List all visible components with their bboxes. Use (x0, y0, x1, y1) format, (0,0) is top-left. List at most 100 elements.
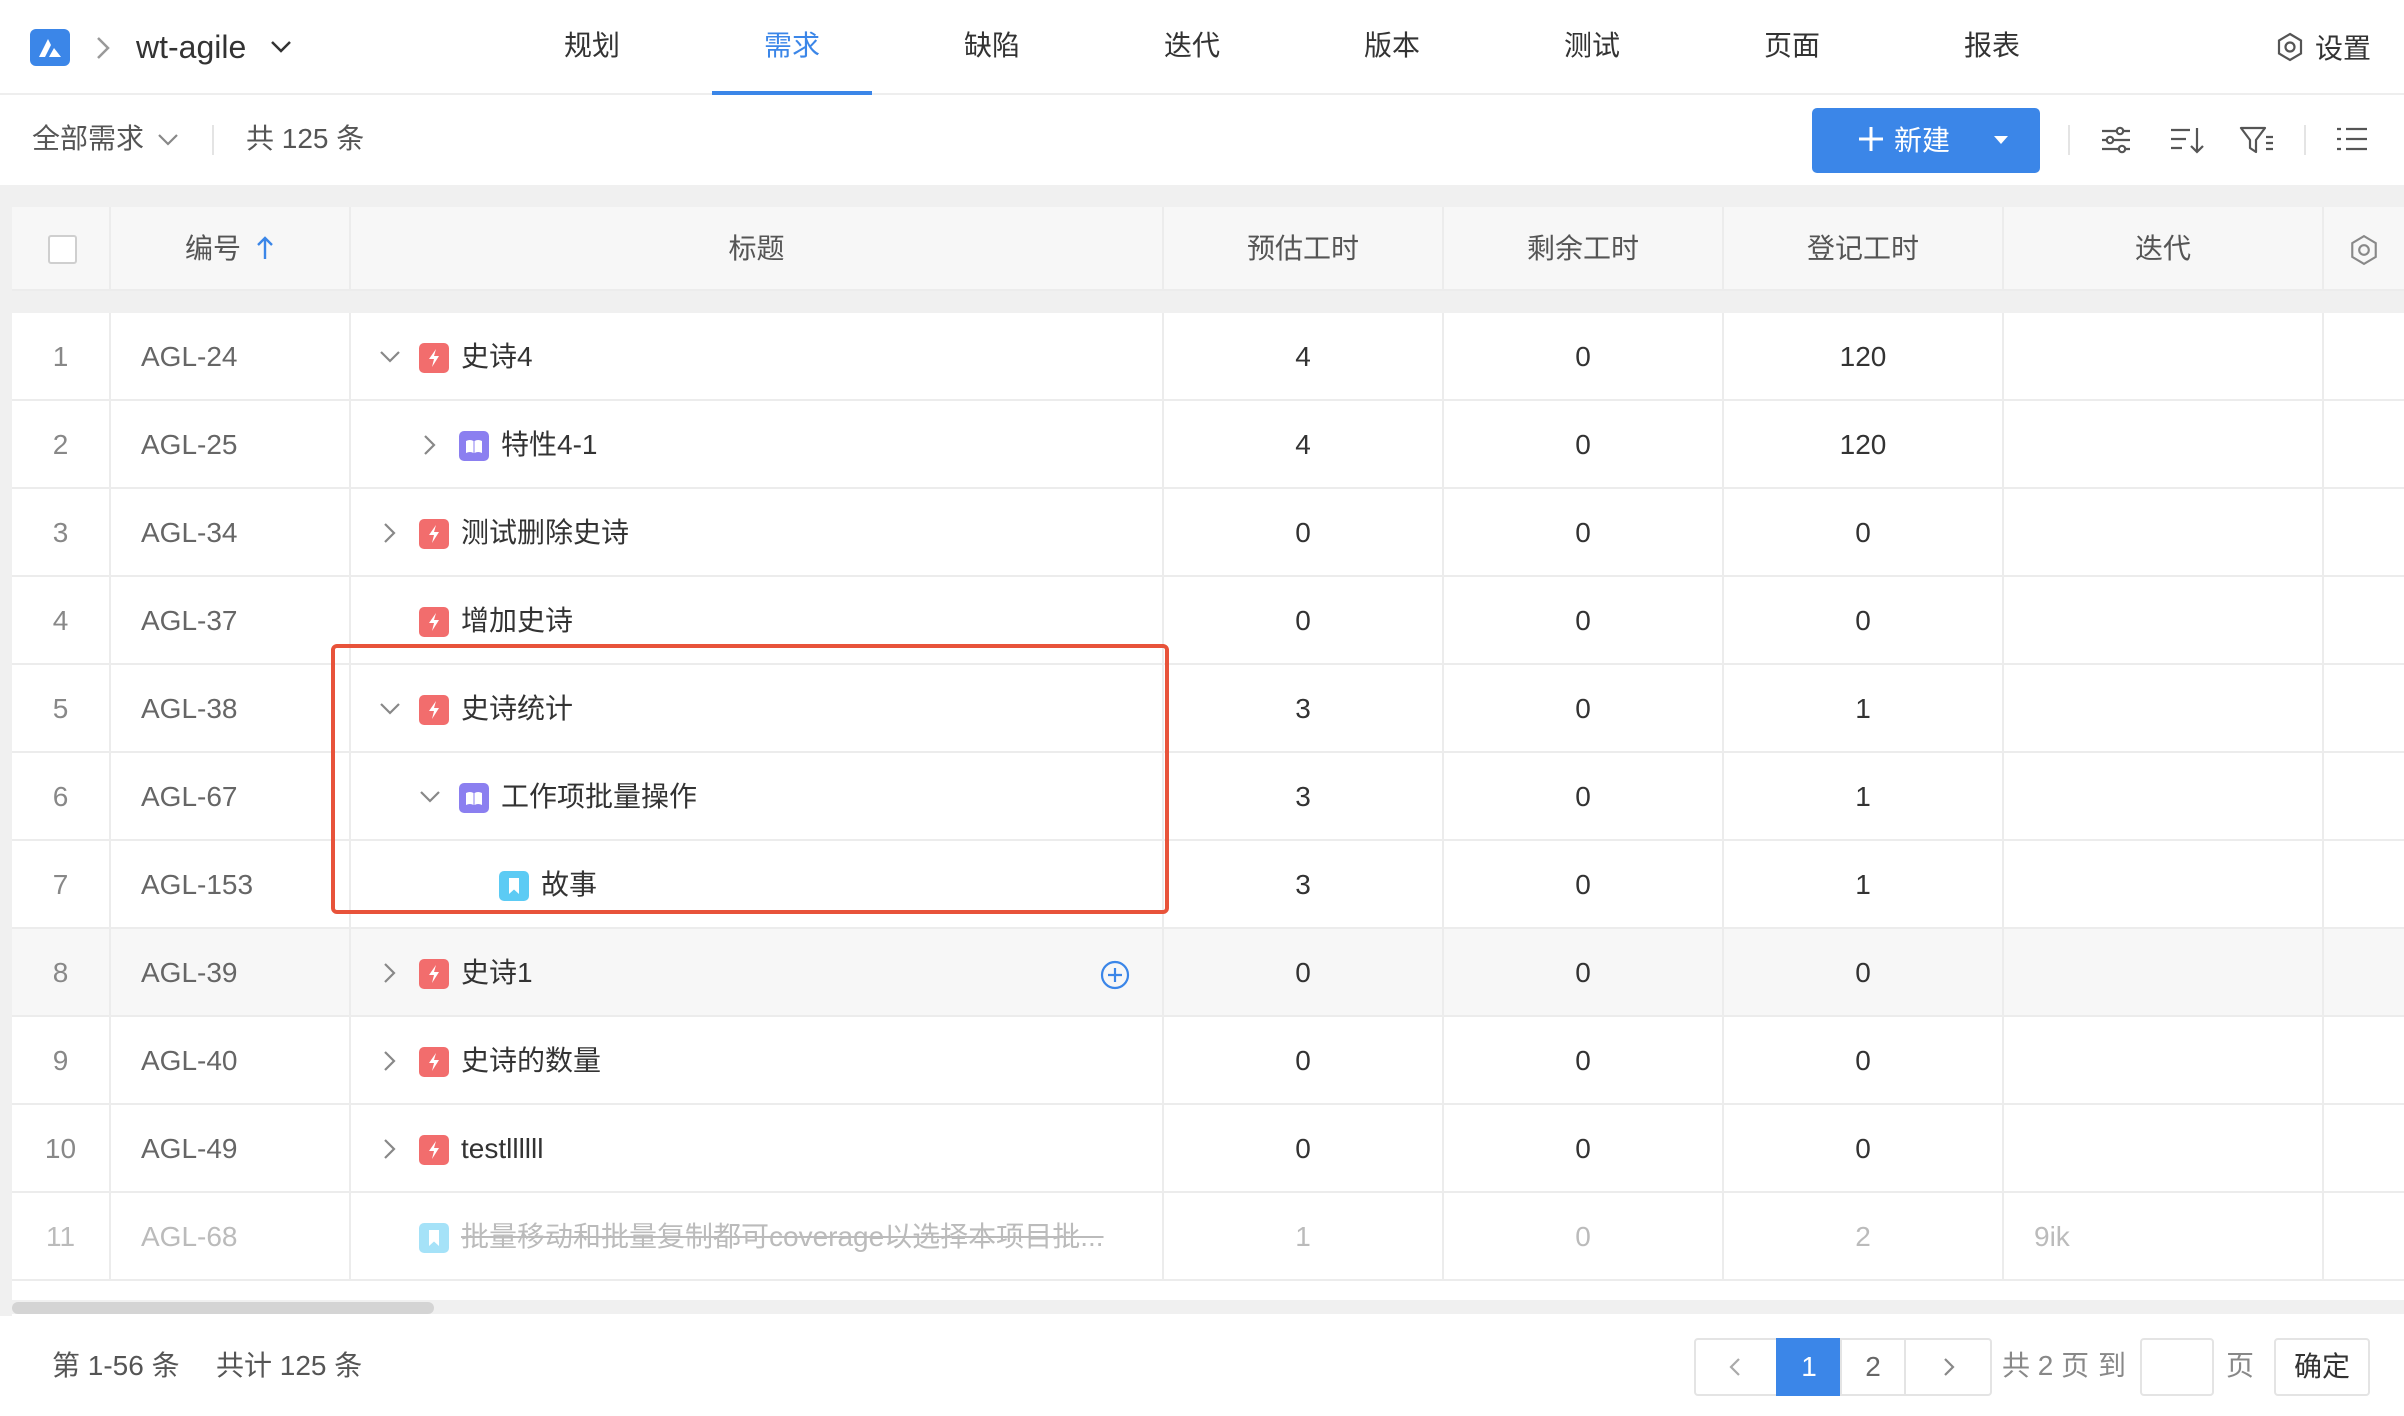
iteration[interactable] (2004, 313, 2324, 401)
item-key[interactable]: AGL-49 (111, 1105, 351, 1193)
item-key[interactable]: AGL-68 (111, 1193, 351, 1281)
horizontal-scrollbar-thumb[interactable] (12, 1302, 434, 1314)
settings-button[interactable]: 设置 (2275, 26, 2371, 68)
project-name[interactable]: wt-agile (136, 24, 246, 70)
tab-defects[interactable]: 缺陷 (912, 0, 1072, 95)
item-key[interactable]: AGL-25 (111, 401, 351, 489)
select-all-checkbox[interactable] (48, 235, 77, 264)
item-key[interactable]: AGL-37 (111, 577, 351, 665)
item-key[interactable]: AGL-153 (111, 841, 351, 929)
count-label: 共计 125 条 (216, 1350, 363, 1381)
sliders-icon[interactable] (2096, 120, 2136, 160)
filter-icon[interactable] (2236, 120, 2276, 160)
iteration[interactable]: 9ik (2004, 1193, 2324, 1281)
tab-pages[interactable]: 页面 (1712, 0, 1872, 95)
table-row[interactable]: 10 AGL-49 testllllll 0 0 0 (12, 1105, 2404, 1193)
iteration[interactable] (2004, 401, 2324, 489)
header-remaining-hours[interactable]: 剩余工时 (1444, 207, 1724, 291)
item-title[interactable]: 史诗的数量 (461, 1017, 601, 1105)
table-row[interactable]: 8 AGL-39 史诗1 0 0 0 (12, 929, 2404, 1017)
expand-chevron-right-icon[interactable] (377, 1136, 403, 1162)
iteration[interactable] (2004, 753, 2324, 841)
title-cell[interactable]: 史诗1 (351, 929, 1164, 1017)
prev-page-button[interactable] (1694, 1338, 1778, 1396)
iteration[interactable] (2004, 577, 2324, 665)
table-row[interactable]: 2 AGL-25 特性4-1 4 0 120 (12, 401, 2404, 489)
expand-chevron-right-icon[interactable] (377, 520, 403, 546)
table-row[interactable]: 9 AGL-40 史诗的数量 0 0 0 (12, 1017, 2404, 1105)
title-cell[interactable]: 史诗统计 (351, 665, 1164, 753)
table-row[interactable]: 6 AGL-67 工作项批量操作 3 0 1 (12, 753, 2404, 841)
title-cell[interactable]: 增加史诗 (351, 577, 1164, 665)
item-key[interactable]: AGL-34 (111, 489, 351, 577)
table-row[interactable]: 1 AGL-24 史诗4 4 0 120 (12, 313, 2404, 401)
item-key[interactable]: AGL-38 (111, 665, 351, 753)
item-title[interactable]: 史诗统计 (461, 665, 573, 753)
table-row[interactable]: 5 AGL-38 史诗统计 3 0 1 (12, 665, 2404, 753)
item-title[interactable]: 故事 (541, 841, 597, 929)
item-key[interactable]: AGL-40 (111, 1017, 351, 1105)
caret-down-icon[interactable] (1992, 134, 2010, 146)
new-item-button[interactable]: 新建 (1812, 108, 2040, 173)
iteration[interactable] (2004, 665, 2324, 753)
expand-chevron-right-icon[interactable] (377, 960, 403, 986)
item-key[interactable]: AGL-24 (111, 313, 351, 401)
project-chevron-down-icon[interactable] (268, 34, 294, 60)
title-cell[interactable]: 故事 (351, 841, 1164, 929)
title-cell[interactable]: testllllll (351, 1105, 1164, 1193)
header-title[interactable]: 标题 (351, 207, 1164, 291)
table-row[interactable]: 4 AGL-37 增加史诗 0 0 0 (12, 577, 2404, 665)
item-title[interactable]: 工作项批量操作 (501, 753, 697, 841)
title-cell[interactable]: 特性4-1 (351, 401, 1164, 489)
title-cell[interactable]: 史诗的数量 (351, 1017, 1164, 1105)
tab-versions[interactable]: 版本 (1312, 0, 1472, 95)
iteration[interactable] (2004, 1017, 2324, 1105)
goto-page-input[interactable] (2140, 1338, 2214, 1396)
tab-requirements[interactable]: 需求 (712, 0, 872, 95)
title-cell[interactable]: 工作项批量操作 (351, 753, 1164, 841)
header-estimated-hours[interactable]: 预估工时 (1164, 207, 1444, 291)
item-key[interactable]: AGL-39 (111, 929, 351, 1017)
sort-icon[interactable] (2166, 120, 2206, 160)
title-cell[interactable]: 史诗4 (351, 313, 1164, 401)
item-title[interactable]: 批量移动和批量复制都可coverage以选择本项目批... (461, 1193, 1104, 1281)
column-settings-button[interactable] (2324, 207, 2404, 291)
item-title[interactable]: 增加史诗 (461, 577, 573, 665)
tab-planning[interactable]: 规划 (512, 0, 672, 95)
expand-chevron-right-icon[interactable] (417, 432, 443, 458)
expand-chevron-right-icon[interactable] (377, 1048, 403, 1074)
next-page-button[interactable] (1904, 1338, 1992, 1396)
table-row[interactable]: 11 AGL-68 批量移动和批量复制都可coverage以选择本项目批... 1 0 2… (12, 1193, 2404, 1281)
header-iteration[interactable]: 迭代 (2004, 207, 2324, 291)
app-logo-icon[interactable] (30, 29, 70, 66)
iteration[interactable] (2004, 489, 2324, 577)
tab-testing[interactable]: 测试 (1512, 0, 1672, 95)
header-key[interactable]: 编号 (111, 207, 351, 291)
item-title[interactable]: 史诗4 (461, 313, 533, 401)
iteration[interactable] (2004, 1105, 2324, 1193)
page-button-2[interactable]: 2 (1840, 1338, 1906, 1396)
table-row[interactable]: 3 AGL-34 测试删除史诗 0 0 0 (12, 489, 2404, 577)
goto-confirm-button[interactable]: 确定 (2274, 1338, 2370, 1396)
view-filter-dropdown[interactable]: 全部需求 (32, 119, 180, 159)
item-title[interactable]: testllllll (461, 1105, 543, 1193)
item-key[interactable]: AGL-67 (111, 753, 351, 841)
table-row[interactable]: 7 AGL-153 故事 3 0 1 (12, 841, 2404, 929)
tab-reports[interactable]: 报表 (1912, 0, 2072, 95)
iteration[interactable] (2004, 929, 2324, 1017)
expand-chevron-down-icon[interactable] (377, 344, 403, 370)
sort-ascending-icon[interactable] (255, 235, 275, 261)
page-button-1[interactable]: 1 (1776, 1338, 1842, 1396)
item-title[interactable]: 史诗1 (461, 929, 533, 1017)
expand-chevron-down-icon[interactable] (417, 784, 443, 810)
title-cell[interactable]: 测试删除史诗 (351, 489, 1164, 577)
add-child-icon[interactable] (1099, 959, 1131, 991)
expand-chevron-down-icon[interactable] (377, 696, 403, 722)
header-logged-hours[interactable]: 登记工时 (1724, 207, 2004, 291)
tab-iterations[interactable]: 迭代 (1112, 0, 1272, 95)
iteration[interactable] (2004, 841, 2324, 929)
item-title[interactable]: 测试删除史诗 (461, 489, 629, 577)
item-title[interactable]: 特性4-1 (501, 401, 597, 489)
title-cell[interactable]: 批量移动和批量复制都可coverage以选择本项目批... (351, 1193, 1164, 1281)
list-view-icon[interactable] (2332, 120, 2372, 160)
